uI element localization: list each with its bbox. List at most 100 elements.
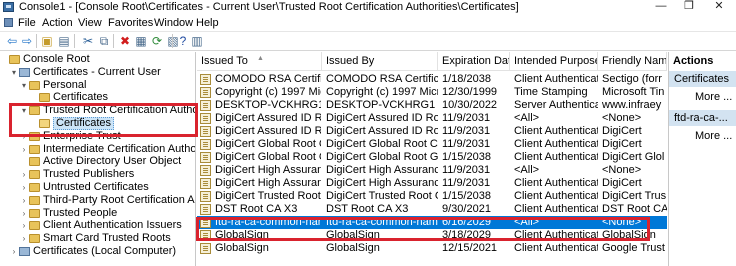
table-row[interactable]: DigiCert Trusted Root G4 DigiCert Trusted… <box>197 190 667 203</box>
cell-purposes: Client Authenticatio... <box>514 125 598 137</box>
cell-issued-by: DigiCert Global Root G2 <box>326 151 438 163</box>
toolbar-separator <box>113 34 114 48</box>
more-label: More ... <box>695 91 733 103</box>
actions-section-certificates[interactable]: Certificates <box>669 71 736 87</box>
close-button[interactable]: ✕ <box>704 0 734 15</box>
certificate-icon <box>200 191 211 202</box>
tree-item[interactable]: › Intermediate Certification Authorities <box>0 143 195 156</box>
cell-purposes: Client Authenticatio... <box>514 151 598 163</box>
certificate-icon <box>200 74 211 85</box>
expand-down-icon[interactable]: ▾ <box>10 66 18 79</box>
column-issued-by[interactable]: Issued By <box>322 52 438 71</box>
expand-right-icon[interactable]: › <box>20 143 28 156</box>
sort-ascending-icon: ▲ <box>257 55 264 62</box>
actions-more-selected-cert[interactable]: More ... ▶ <box>695 129 736 143</box>
expand-down-icon[interactable]: ▾ <box>20 79 28 92</box>
table-row[interactable]: COMODO RSA Certificati... COMODO RSA Cert… <box>197 73 667 86</box>
expand-right-icon[interactable]: › <box>20 219 28 232</box>
properties-icon[interactable]: ▦ <box>134 34 148 48</box>
table-row[interactable]: DigiCert High Assurance ... DigiCert High… <box>197 164 667 177</box>
tree-item[interactable]: Certificates <box>0 91 195 104</box>
cell-purposes: Client Authenticatio... <box>514 73 598 85</box>
table-row[interactable]: GlobalSign GlobalSign 12/15/2021 Client Aut… <box>197 242 667 255</box>
menu-help[interactable]: Help <box>196 17 219 29</box>
expand-right-icon[interactable]: › <box>20 232 28 245</box>
table-row[interactable]: DST Root CA X3 DST Root CA X3 9/30/2021 Cli… <box>197 203 667 216</box>
table-row[interactable]: DigiCert Assured ID Root ... DigiCert Ass… <box>197 125 667 138</box>
cell-expiration: 11/9/2031 <box>442 177 491 189</box>
tree-item[interactable]: › Trusted Publishers <box>0 168 195 181</box>
expand-right-icon[interactable]: › <box>20 207 28 220</box>
cell-friendly: <None> <box>602 164 642 176</box>
open-folder-icon <box>39 119 50 128</box>
tree-item[interactable]: › Enterprise Trust <box>0 130 195 143</box>
cut-icon[interactable]: ✂ <box>81 34 95 48</box>
tree-item[interactable]: ▾ Certificates - Current User <box>0 66 195 79</box>
column-friendly-name[interactable]: Friendly Nam <box>598 52 667 71</box>
actions-pane: Actions Certificates More ... ▶ ftd-ra-c… <box>668 52 736 266</box>
tree-item[interactable]: › Client Authentication Issuers <box>0 219 195 232</box>
up-folder-icon[interactable]: ▣ <box>40 34 54 48</box>
copy-icon[interactable]: ⧉ <box>97 34 111 48</box>
tree-item[interactable]: ▾ Personal <box>0 79 195 92</box>
expand-right-icon[interactable]: › <box>10 245 18 258</box>
show-hide-tree-icon[interactable]: ▤ <box>57 34 71 48</box>
action-pane-icon[interactable]: ▥ <box>190 34 204 48</box>
delete-icon[interactable]: ✖ <box>118 34 132 48</box>
folder-icon <box>29 131 40 141</box>
table-row[interactable]: DigiCert High Assurance ... DigiCert High… <box>197 177 667 190</box>
cell-issued-by: COMODO RSA Certificati... <box>326 73 438 85</box>
expand-right-icon[interactable]: › <box>20 130 28 143</box>
tree-item[interactable]: › Certificates (Local Computer) <box>0 245 195 258</box>
menu-action[interactable]: Action <box>42 17 73 29</box>
column-expiration-date[interactable]: Expiration Date <box>438 52 510 71</box>
actions-section-label: Certificates <box>674 73 730 85</box>
table-row[interactable]: DigiCert Assured ID Root ... DigiCert Ass… <box>197 112 667 125</box>
menu-view[interactable]: View <box>78 17 102 29</box>
tree-item[interactable]: Console Root <box>0 53 195 66</box>
table-row[interactable]: DigiCert Global Root G2 DigiCert Global R… <box>197 151 667 164</box>
actions-more-certificates[interactable]: More ... ▶ <box>695 90 736 104</box>
expand-right-icon[interactable]: › <box>20 181 28 194</box>
expand-right-icon[interactable]: › <box>20 168 28 181</box>
table-row[interactable]: DigiCert Global Root CA DigiCert Global R… <box>197 138 667 151</box>
cell-issued-by: DigiCert Assured ID Root ... <box>326 125 438 137</box>
folder-icon <box>29 170 40 180</box>
cell-issued-by: DigiCert Assured ID Root ... <box>326 112 438 124</box>
certificate-icon <box>200 178 211 189</box>
menu-window[interactable]: Window <box>154 17 193 29</box>
column-intended-purposes[interactable]: Intended Purposes <box>510 52 598 71</box>
tree-item[interactable]: ▾ Trusted Root Certification Authorities <box>0 104 195 117</box>
back-icon[interactable]: ⇦ <box>5 34 19 48</box>
column-issued-to[interactable]: Issued To ▲ <box>197 52 322 71</box>
certificate-icon <box>200 230 211 241</box>
tree-item[interactable]: › Untrusted Certificates <box>0 181 195 194</box>
forward-icon[interactable]: ⇨ <box>20 34 34 48</box>
expand-down-icon[interactable]: ▾ <box>20 104 28 117</box>
maximize-button[interactable]: ❐ <box>674 0 704 15</box>
minimize-button[interactable]: — <box>646 0 676 15</box>
table-row[interactable]: ftd-ra-ca-common-name ftd-ra-ca-common-na… <box>197 216 667 229</box>
cell-purposes: <All> <box>514 164 540 176</box>
refresh-icon[interactable]: ⟳ <box>150 34 164 48</box>
expand-right-icon[interactable]: › <box>20 194 28 207</box>
console-menu-icon[interactable] <box>4 18 13 27</box>
tree-item-label: Console Root <box>23 53 90 65</box>
help-icon[interactable]: ? <box>176 34 190 48</box>
cell-issued-by: DESKTOP-VCKHRG1 <box>326 99 436 111</box>
folder-icon <box>29 234 40 244</box>
table-row[interactable]: DESKTOP-VCKHRG1 DESKTOP-VCKHRG1 10/30/2022… <box>197 99 667 112</box>
cell-issued-by: DigiCert High Assurance ... <box>326 164 438 176</box>
table-row[interactable]: Copyright (c) 1997 Micros... Copyright (c… <box>197 86 667 99</box>
tree-item[interactable]: › Trusted People <box>0 207 195 220</box>
actions-section-selected-cert[interactable]: ftd-ra-ca-... <box>669 110 736 126</box>
certificate-icon <box>200 100 211 111</box>
menu-file[interactable]: File <box>18 17 36 29</box>
menu-favorites[interactable]: Favorites <box>108 17 153 29</box>
tree-item[interactable]: Certificates <box>0 117 195 130</box>
tree-item[interactable]: Active Directory User Object <box>0 155 195 168</box>
tree-item[interactable]: › Third-Party Root Certification Authorit… <box>0 194 195 207</box>
tree-item[interactable]: › Smart Card Trusted Roots <box>0 232 195 245</box>
cell-friendly: Microsoft Tin <box>602 86 665 98</box>
table-row[interactable]: GlobalSign GlobalSign 3/18/2029 Client Auth… <box>197 229 667 242</box>
